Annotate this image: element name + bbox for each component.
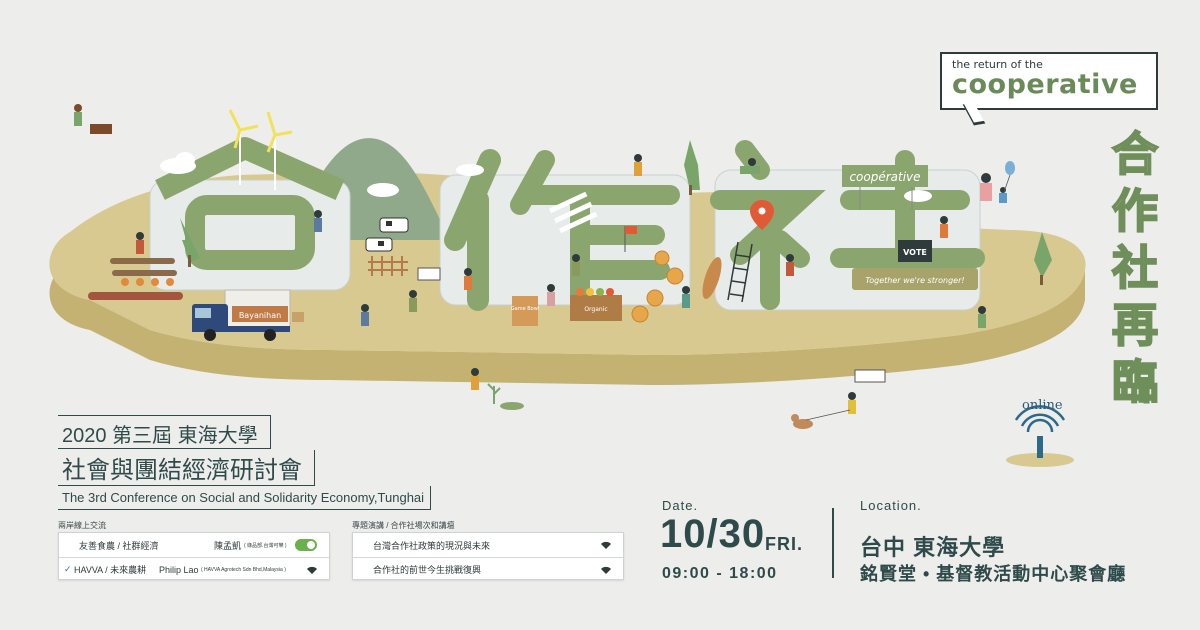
vertical-char: 臨 bbox=[1111, 354, 1159, 410]
wifi-icon bbox=[601, 566, 611, 574]
svg-text:Game Bowl: Game Bowl bbox=[511, 306, 539, 312]
list-item[interactable]: 台灣合作社政策的現況與未來 bbox=[353, 533, 623, 557]
vertical-title: 合 作 社 再 臨 bbox=[1105, 126, 1165, 411]
svg-text:coopérative: coopérative bbox=[849, 170, 920, 184]
svg-text:Organic: Organic bbox=[584, 306, 607, 313]
wifi-icon bbox=[307, 566, 317, 574]
vertical-char: 社 bbox=[1111, 240, 1159, 296]
row-topic: 台灣合作社政策的現況與未來 bbox=[373, 540, 491, 551]
wifi-icon bbox=[601, 541, 611, 549]
check-icon: ✓ bbox=[64, 564, 72, 574]
balloon bbox=[1005, 161, 1015, 175]
event-year-line: 2020 第三屆 東海大學 bbox=[58, 415, 271, 449]
bubble-big-text: cooperative bbox=[952, 69, 1138, 100]
vertical-char: 合 bbox=[1111, 126, 1159, 182]
svg-text:Together we're stronger!: Together we're stronger! bbox=[865, 276, 964, 285]
date-label: Date. bbox=[662, 498, 699, 513]
date-time: 09:00 - 18:00 bbox=[662, 565, 778, 582]
list-item[interactable]: 合作社的前世今生挑戰復興 bbox=[353, 557, 623, 581]
panel-left: 友善食農 / 社群經濟 陳孟凱 ( 綠品部.台灣可樂 ) ✓ HAVVA / 未… bbox=[58, 532, 330, 580]
event-title-zh: 社會與團結經濟研討會 bbox=[58, 450, 315, 486]
event-title-en: The 3rd Conference on Social and Solidar… bbox=[58, 486, 432, 510]
panel-left-title: 兩岸線上交流 bbox=[58, 521, 106, 530]
row-topic: 友善食農 / 社群經濟 bbox=[79, 540, 159, 551]
row-affiliation: ( 綠品部.台灣可樂 ) bbox=[244, 542, 287, 549]
svg-text:Bayanihan: Bayanihan bbox=[239, 311, 281, 320]
toggle-icon[interactable] bbox=[295, 539, 317, 551]
panel-right: 台灣合作社政策的現況與未來 合作社的前世今生挑戰復興 bbox=[352, 532, 624, 580]
list-item[interactable]: 友善食農 / 社群經濟 陳孟凱 ( 綠品部.台灣可樂 ) bbox=[59, 533, 329, 557]
svg-text:VOTE: VOTE bbox=[903, 248, 927, 257]
panel-right-title: 專題演講 / 合作社場次和講壇 bbox=[352, 521, 455, 530]
location-label: Location. bbox=[860, 498, 922, 513]
dog bbox=[791, 409, 851, 429]
location-line2: 銘賢堂 • 基督教活動中心聚會廳 bbox=[860, 564, 1127, 584]
online-label: online bbox=[1022, 398, 1063, 413]
vertical-char: 再 bbox=[1111, 297, 1159, 353]
banner: Together we're stronger! bbox=[852, 268, 978, 290]
row-speaker: Philip Lao bbox=[159, 564, 199, 575]
location-line1: 台中 東海大學 bbox=[860, 535, 1006, 560]
vote-box: VOTE bbox=[898, 240, 932, 262]
date-day: 10/30 bbox=[660, 512, 766, 556]
row-affiliation: ( HAVVA Agrotech Sdn Bhd,Malaysia ) bbox=[201, 566, 286, 573]
row-speaker: 陳孟凱 bbox=[214, 540, 242, 551]
row-topic: 合作社的前世今生挑戰復興 bbox=[373, 565, 482, 575]
divider bbox=[832, 508, 834, 578]
vertical-char: 作 bbox=[1111, 183, 1159, 239]
return-bubble: the return of the cooperative bbox=[940, 52, 1158, 110]
row-topic: HAVVA / 未來農耕 bbox=[74, 565, 147, 575]
plant bbox=[487, 383, 524, 410]
sign-board-1: Game Bowl bbox=[511, 296, 539, 326]
list-item[interactable]: ✓ HAVVA / 未來農耕 Philip Lao ( HAVVA Agrote… bbox=[59, 557, 329, 581]
broadcast-icon bbox=[1006, 405, 1074, 467]
date-weekday: FRI. bbox=[765, 534, 803, 554]
